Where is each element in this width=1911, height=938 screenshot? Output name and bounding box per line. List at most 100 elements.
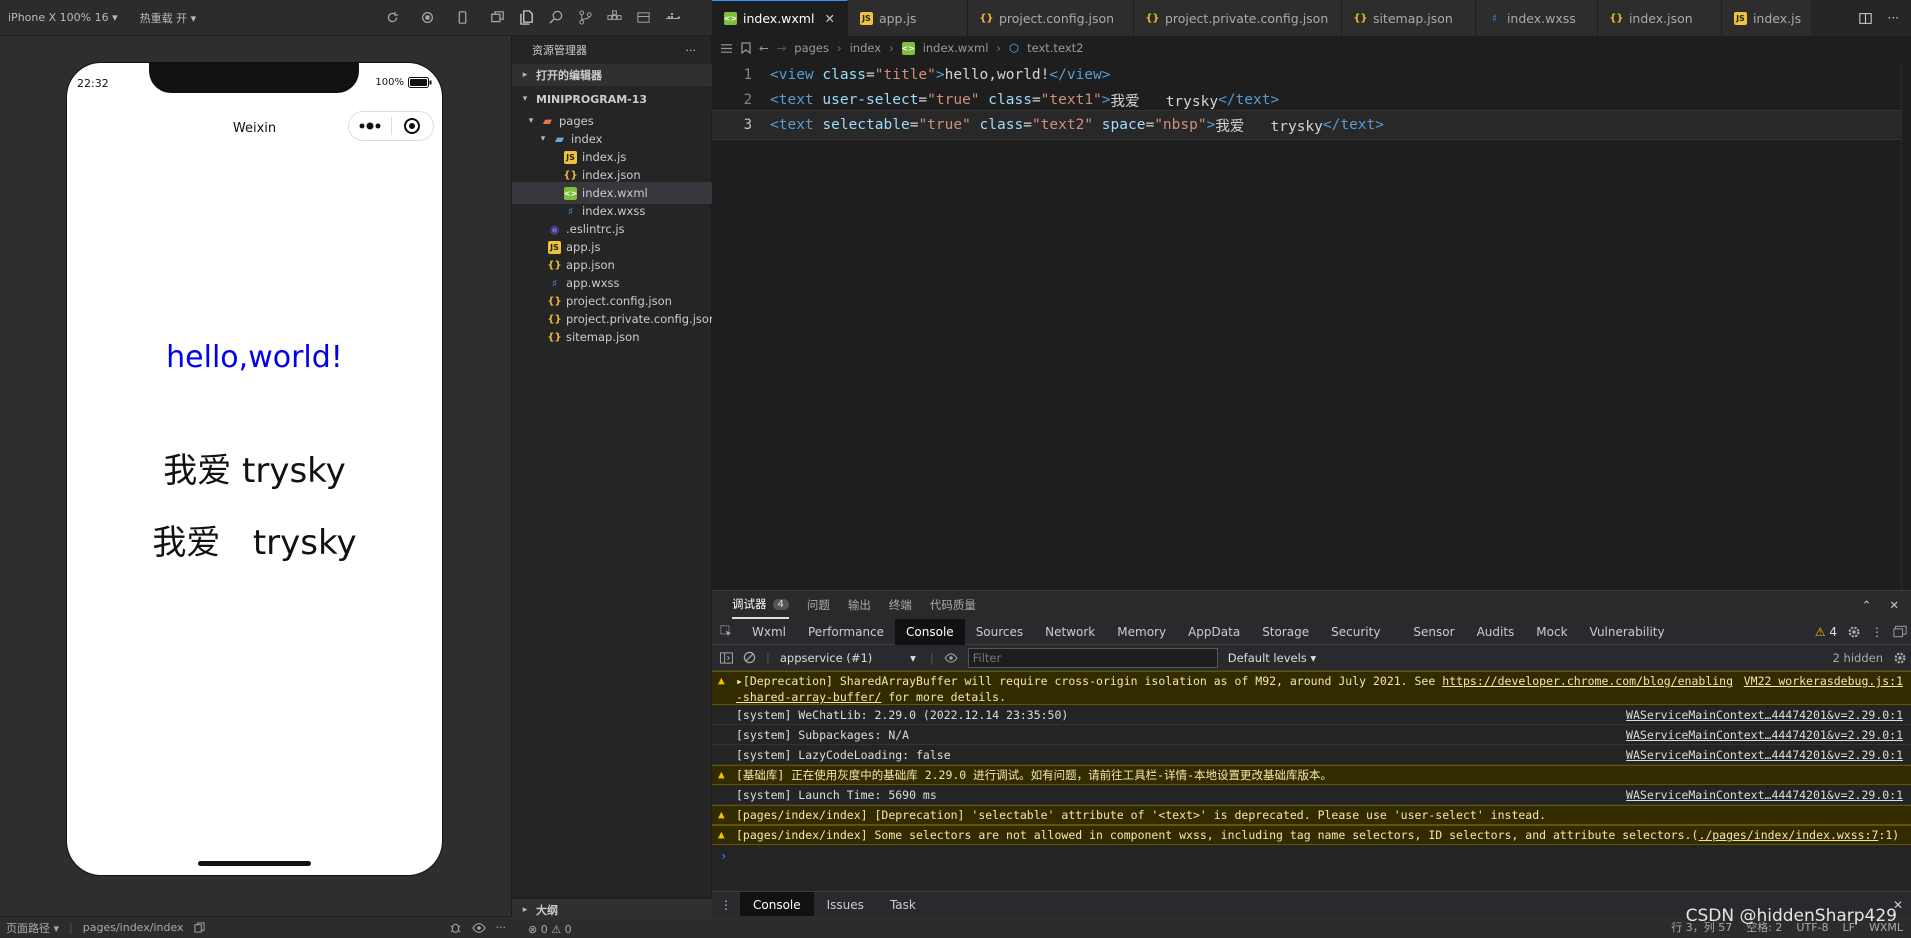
breadcrumb-pages[interactable]: pages	[794, 41, 829, 55]
tab-project-config[interactable]: {} project.config.json	[967, 0, 1134, 36]
breadcrumb-index[interactable]: index	[850, 41, 881, 55]
split-editor-icon[interactable]	[1858, 12, 1872, 25]
message-source-link[interactable]: WAServiceMainContext…44474201&v=2.29.0:1	[1626, 727, 1903, 743]
console-settings-icon[interactable]	[1893, 651, 1911, 665]
docker-icon[interactable]	[665, 11, 681, 25]
panel-performance[interactable]: Performance	[797, 619, 895, 645]
panel-sources[interactable]: Sources	[965, 619, 1034, 645]
breadcrumb-file[interactable]: index.wxml	[923, 41, 989, 55]
editor-scrollbar[interactable]	[1901, 60, 1911, 590]
live-expression-eye-icon[interactable]	[944, 652, 958, 663]
extensions-icon[interactable]	[607, 10, 622, 25]
tab-problems[interactable]: 问题	[807, 597, 830, 613]
open-editors-section[interactable]: ▸ 打开的编辑器	[512, 64, 712, 86]
panel-sensor[interactable]: Sensor	[1402, 619, 1465, 645]
search-icon[interactable]	[549, 10, 564, 25]
panel-audits[interactable]: Audits	[1466, 619, 1526, 645]
breadcrumb-element[interactable]: text.text2	[1027, 41, 1083, 55]
panel-storage[interactable]: Storage	[1251, 619, 1320, 645]
outline-section[interactable]: ▸ 大纲	[512, 898, 712, 920]
stop-icon[interactable]	[421, 11, 434, 24]
panel-network[interactable]: Network	[1034, 619, 1106, 645]
panel-appdata[interactable]: AppData	[1177, 619, 1251, 645]
refresh-icon[interactable]	[386, 11, 399, 24]
bug-icon[interactable]	[449, 921, 462, 934]
message-source-link[interactable]: VM22 workerasdebug.js:1	[1744, 673, 1903, 704]
panel-console[interactable]: Console	[895, 618, 965, 645]
message-source-link[interactable]: WAServiceMainContext…44474201&v=2.29.0:1	[1626, 707, 1903, 723]
drawer-menu-icon[interactable]: ⋮	[720, 898, 740, 912]
bookmark-icon[interactable]	[741, 42, 751, 54]
dock-icon[interactable]	[1893, 625, 1911, 638]
wxml-file-icon: <>	[563, 186, 578, 200]
warning-count[interactable]: ⚠ 4	[1815, 625, 1847, 639]
project-section[interactable]: ▾ MINIPROGRAM-13	[512, 88, 712, 110]
js-file-icon: JS	[859, 11, 873, 25]
source-control-icon[interactable]	[578, 10, 593, 25]
settings-gear-icon[interactable]	[1847, 625, 1871, 639]
tab-sitemap[interactable]: {} sitemap.json	[1341, 0, 1476, 36]
token: >	[1101, 92, 1111, 108]
tab-index-wxss[interactable]: ♯ index.wxss	[1475, 0, 1598, 36]
tab-app-js[interactable]: JS app.js	[847, 0, 968, 36]
detach-window-icon[interactable]	[491, 11, 504, 24]
console-output: ▲ ▸[Deprecation] SharedArrayBuffer will …	[712, 671, 1911, 891]
sidebar-toggle-icon[interactable]	[720, 651, 733, 664]
panel-mock[interactable]: Mock	[1525, 619, 1578, 645]
panel-vulnerability[interactable]: Vulnerability	[1579, 619, 1676, 645]
explorer-more-icon[interactable]: ···	[686, 44, 697, 57]
message-source-link[interactable]: WAServiceMainContext…44474201&v=2.29.0:1	[1626, 747, 1903, 763]
forward-icon[interactable]: →	[777, 41, 787, 55]
close-miniprogram-icon[interactable]	[392, 112, 434, 140]
tab-project-private-config[interactable]: {} project.private.config.json	[1133, 0, 1342, 36]
hot-reload-toggle[interactable]: 热重载 开 ▾	[140, 10, 197, 26]
drawer-tab-task[interactable]: Task	[877, 892, 929, 918]
token: =	[866, 67, 875, 83]
js-file-icon: JS	[564, 150, 577, 164]
simulator-footer: 页面路径 ▾ | pages/index/index ···	[0, 916, 512, 938]
debugger-count-badge: 4	[772, 598, 789, 610]
tab-output[interactable]: 输出	[848, 597, 871, 613]
tree-file-sitemap[interactable]: {} sitemap.json	[512, 326, 712, 348]
panel-security[interactable]: Security	[1320, 619, 1402, 645]
back-icon[interactable]: ←	[759, 41, 769, 55]
list-icon[interactable]	[720, 43, 733, 54]
console-filter-input[interactable]	[967, 647, 1218, 668]
phone-icon[interactable]	[456, 11, 469, 24]
copy-icon[interactable]	[194, 922, 205, 933]
device-select[interactable]: iPhone X 100% 16 ▾	[8, 11, 118, 24]
files-icon[interactable]	[520, 10, 535, 25]
context-select[interactable]: appservice (#1) ▾	[780, 651, 920, 665]
tab-debugger[interactable]: 调试器 4	[732, 591, 789, 619]
more-icon[interactable]	[349, 112, 391, 140]
tree-item-label: pages	[559, 114, 594, 128]
panel-wxml[interactable]: Wxml	[741, 619, 797, 645]
console-message: [system] Launch Time: 5690 ms WAServiceM…	[712, 785, 1911, 805]
close-panel-icon[interactable]: ✕	[1889, 598, 1911, 612]
clear-console-icon[interactable]	[743, 651, 756, 664]
chevron-up-icon[interactable]: ⌃	[1862, 598, 1872, 612]
tab-index-json[interactable]: {} index.json	[1597, 0, 1722, 36]
log-levels-select[interactable]: Default levels ▾	[1228, 651, 1316, 665]
close-tab-icon[interactable]: ✕	[824, 11, 834, 26]
message-link[interactable]: ./pages/index/index.wxss:7	[1698, 828, 1878, 842]
drawer-tab-issues[interactable]: Issues	[814, 892, 877, 918]
code-editor[interactable]: 1 <view class = "title" > hello,world! </view…	[712, 60, 1911, 590]
more-options-icon[interactable]: ···	[496, 921, 507, 934]
tab-terminal[interactable]: 终端	[889, 597, 912, 613]
console-prompt[interactable]: ›	[720, 849, 727, 863]
kebab-menu-icon[interactable]: ⋮	[1871, 625, 1893, 639]
page-path-label[interactable]: 页面路径 ▾	[6, 920, 59, 936]
inspect-element-icon[interactable]	[712, 625, 741, 638]
message-source-link[interactable]: WAServiceMainContext…44474201&v=2.29.0:1	[1626, 787, 1903, 803]
json-file-icon: {}	[1145, 12, 1160, 24]
panel-memory[interactable]: Memory	[1106, 619, 1177, 645]
console-message-warning: ▲ ▸[Deprecation] SharedArrayBuffer will …	[712, 671, 1911, 705]
editor-more-icon[interactable]: ···	[1888, 11, 1899, 25]
drawer-tab-console[interactable]: Console	[740, 891, 814, 918]
tab-code-quality[interactable]: 代码质量	[930, 597, 976, 613]
eye-icon[interactable]	[471, 922, 486, 934]
cloud-icon[interactable]	[636, 10, 651, 25]
problems-counter[interactable]: ⊗ 0 ⚠ 0	[512, 920, 712, 938]
tab-index-wxml[interactable]: <> index.wxml ✕	[712, 0, 848, 36]
